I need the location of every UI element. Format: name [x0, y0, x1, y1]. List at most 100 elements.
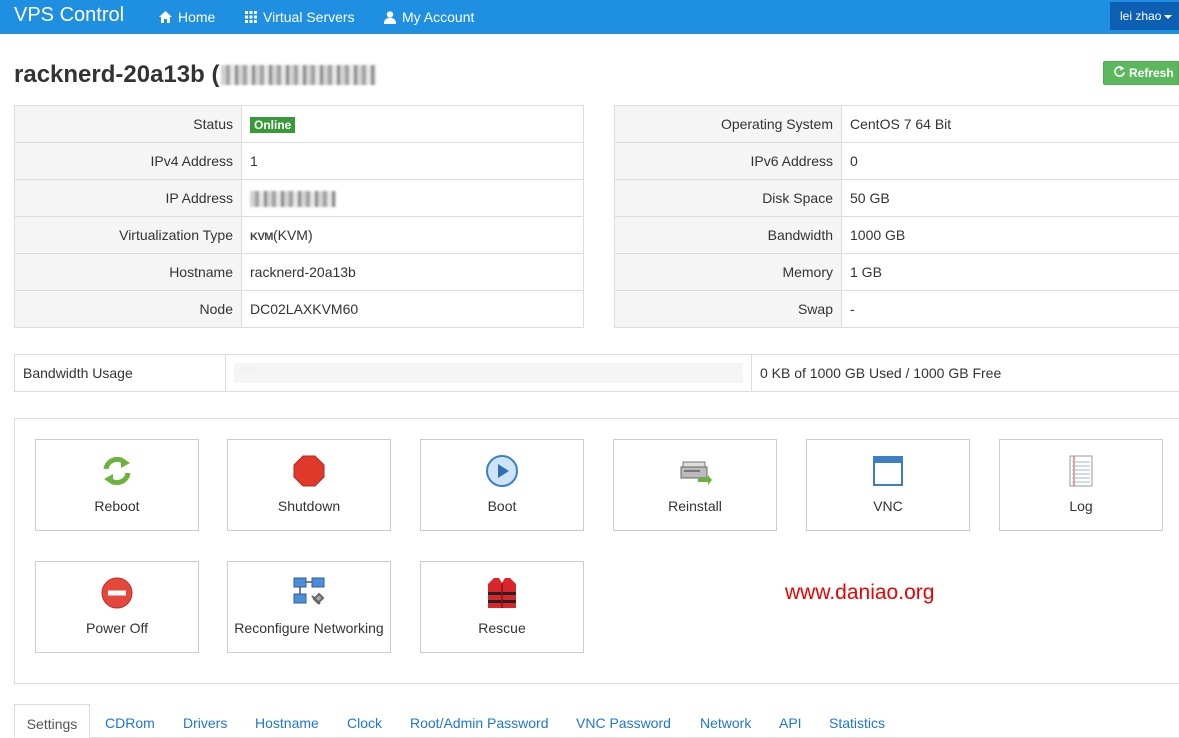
- nav-virtual-servers-label: Virtual Servers: [263, 9, 355, 25]
- hostname-label: Hostname: [14, 253, 242, 291]
- vnc-label: VNC: [873, 498, 903, 514]
- bandwidth-usage-bar-cell: 0%: [225, 354, 752, 392]
- memory-label: Memory: [614, 253, 842, 291]
- tab-drivers[interactable]: Drivers: [183, 704, 227, 738]
- tab-root-admin-password[interactable]: Root/Admin Password: [410, 704, 549, 738]
- ipv6-value: 0: [841, 142, 1179, 180]
- redacted-ip: [221, 65, 377, 85]
- shutdown-button[interactable]: Shutdown: [227, 439, 391, 531]
- printer-icon: [678, 454, 712, 488]
- grid-icon: [245, 11, 257, 23]
- tab-api[interactable]: API: [779, 704, 802, 738]
- virtualization-value: KVM(KVM): [241, 216, 584, 254]
- brand-logo[interactable]: VPS Control: [14, 4, 124, 27]
- caret-down-icon: [1164, 14, 1173, 19]
- bandwidth-percent-text: 0%: [240, 365, 256, 377]
- user-icon: [384, 10, 396, 24]
- swap-label: Swap: [614, 290, 842, 328]
- rescue-label: Rescue: [478, 620, 526, 636]
- vnc-button[interactable]: VNC: [806, 439, 970, 531]
- reconfigure-networking-button[interactable]: Reconfigure Networking: [227, 561, 391, 653]
- node-label: Node: [14, 290, 242, 328]
- server-specs-table: Operating System CentOS 7 64 Bit IPv6 Ad…: [614, 105, 1179, 328]
- settings-tabs: Settings CDRom Drivers Hostname Clock Ro…: [14, 704, 1179, 738]
- rescue-button[interactable]: Rescue: [420, 561, 584, 653]
- node-value: DC02LAXKVM60: [241, 290, 584, 328]
- boot-label: Boot: [487, 498, 517, 514]
- navbar: VPS Control Home Virtual Servers My Acco…: [0, 0, 1179, 34]
- nav-virtual-servers[interactable]: Virtual Servers: [245, 0, 355, 34]
- table-row: Operating System CentOS 7 64 Bit: [614, 105, 1179, 143]
- swap-value: -: [841, 290, 1179, 328]
- shutdown-label: Shutdown: [277, 498, 341, 514]
- virtualization-label: Virtualization Type: [14, 216, 242, 254]
- power-off-button[interactable]: Power Off: [35, 561, 199, 653]
- watermark-text: www.daniao.org: [785, 581, 935, 604]
- log-label: Log: [1069, 498, 1093, 514]
- table-row: Bandwidth 1000 GB: [614, 216, 1179, 254]
- window-icon: [871, 454, 905, 488]
- tab-vnc-password[interactable]: VNC Password: [576, 704, 671, 738]
- nav-my-account[interactable]: My Account: [384, 0, 474, 34]
- nav-home[interactable]: Home: [159, 0, 215, 34]
- reboot-button[interactable]: Reboot: [35, 439, 199, 531]
- user-menu-button[interactable]: lei zhao: [1110, 2, 1179, 30]
- tab-network[interactable]: Network: [700, 704, 751, 738]
- hostname-value: racknerd-20a13b: [241, 253, 584, 291]
- table-row: Hostname racknerd-20a13b: [14, 253, 584, 291]
- table-row: IP Address: [14, 179, 584, 217]
- bandwidth-usage-label: Bandwidth Usage: [14, 354, 226, 392]
- server-info-table: Status Online IPv4 Address 1 IP Address …: [14, 105, 584, 328]
- tab-clock[interactable]: Clock: [347, 704, 382, 738]
- notepad-icon: [1064, 454, 1098, 488]
- redacted-ip-address: [250, 190, 336, 207]
- tab-statistics[interactable]: Statistics: [829, 704, 885, 738]
- refresh-icon: [1114, 62, 1125, 84]
- power-off-icon: [100, 576, 134, 610]
- stop-icon: [292, 454, 326, 488]
- nav-my-account-label: My Account: [402, 9, 475, 25]
- bandwidth-label: Bandwidth: [614, 216, 842, 254]
- refresh-button[interactable]: Refresh: [1103, 61, 1179, 85]
- tab-settings[interactable]: Settings: [14, 704, 90, 738]
- reinstall-label: Reinstall: [668, 498, 722, 514]
- kvm-logo: KVM: [250, 231, 273, 243]
- boot-button[interactable]: Boot: [420, 439, 584, 531]
- table-row: Node DC02LAXKVM60: [14, 290, 584, 328]
- ipv6-label: IPv6 Address: [614, 142, 842, 180]
- reinstall-button[interactable]: Reinstall: [613, 439, 777, 531]
- bandwidth-progress-bar: 0%: [234, 363, 743, 383]
- log-button[interactable]: Log: [999, 439, 1163, 531]
- ip-address-value: [241, 179, 584, 217]
- status-label: Status: [14, 105, 242, 143]
- reboot-label: Reboot: [94, 498, 140, 514]
- disk-label: Disk Space: [614, 179, 842, 217]
- play-icon: [485, 454, 519, 488]
- table-row: Virtualization Type KVM(KVM): [14, 216, 584, 254]
- bandwidth-usage-table: Bandwidth Usage 0% 0 KB of 1000 GB Used …: [14, 354, 1179, 392]
- table-row: Disk Space 50 GB: [614, 179, 1179, 217]
- table-row: Swap -: [614, 290, 1179, 328]
- status-badge: Online: [250, 116, 296, 133]
- power-off-label: Power Off: [86, 620, 148, 636]
- os-label: Operating System: [614, 105, 842, 143]
- memory-value: 1 GB: [841, 253, 1179, 291]
- table-row: IPv6 Address 0: [614, 142, 1179, 180]
- table-row: Status Online: [14, 105, 584, 143]
- user-name: lei zhao: [1120, 9, 1162, 23]
- page-title: racknerd-20a13b (: [14, 61, 377, 89]
- network-icon: [292, 576, 326, 610]
- reboot-icon: [100, 454, 134, 488]
- nav-home-label: Home: [178, 9, 216, 25]
- home-icon: [159, 11, 172, 23]
- table-row: Memory 1 GB: [614, 253, 1179, 291]
- tab-cdrom[interactable]: CDRom: [105, 704, 155, 738]
- table-row: IPv4 Address 1: [14, 142, 584, 180]
- virtualization-text: (KVM): [272, 227, 313, 243]
- os-value: CentOS 7 64 Bit: [841, 105, 1179, 143]
- life-vest-icon: [485, 576, 519, 610]
- status-value: Online: [241, 105, 584, 143]
- ipv4-label: IPv4 Address: [14, 142, 242, 180]
- ipv4-value: 1: [241, 142, 584, 180]
- tab-hostname[interactable]: Hostname: [255, 704, 319, 738]
